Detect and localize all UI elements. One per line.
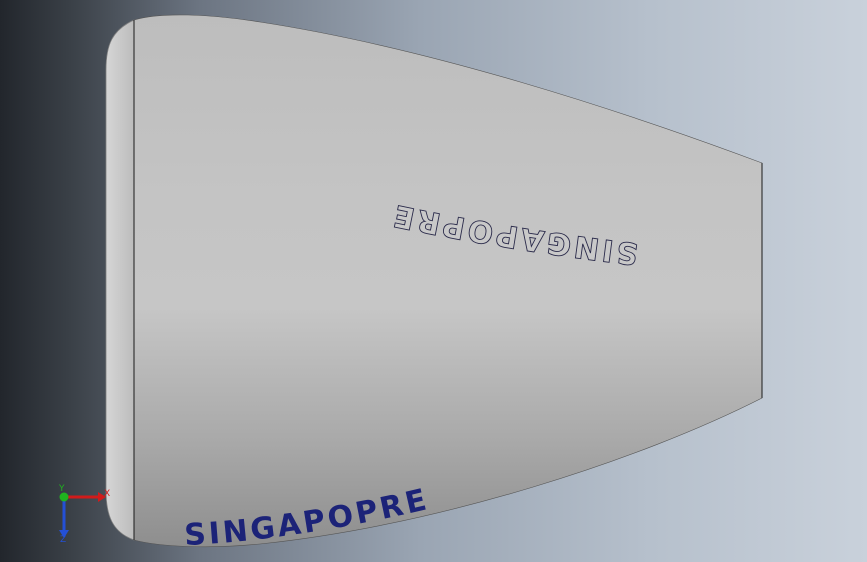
reference-triad[interactable]: X Y Z xyxy=(58,484,110,545)
axis-y-label: Y xyxy=(58,484,65,494)
3d-model-view[interactable]: SINGAPOPRE SINGAPOPRE X Y Z xyxy=(0,0,867,562)
nose-cap xyxy=(105,19,135,541)
axis-x-label: X xyxy=(104,489,110,499)
cone-body xyxy=(133,14,763,548)
graphics-viewport[interactable]: SINGAPOPRE SINGAPOPRE X Y Z xyxy=(0,0,867,562)
axis-z-label: Z xyxy=(60,535,66,545)
